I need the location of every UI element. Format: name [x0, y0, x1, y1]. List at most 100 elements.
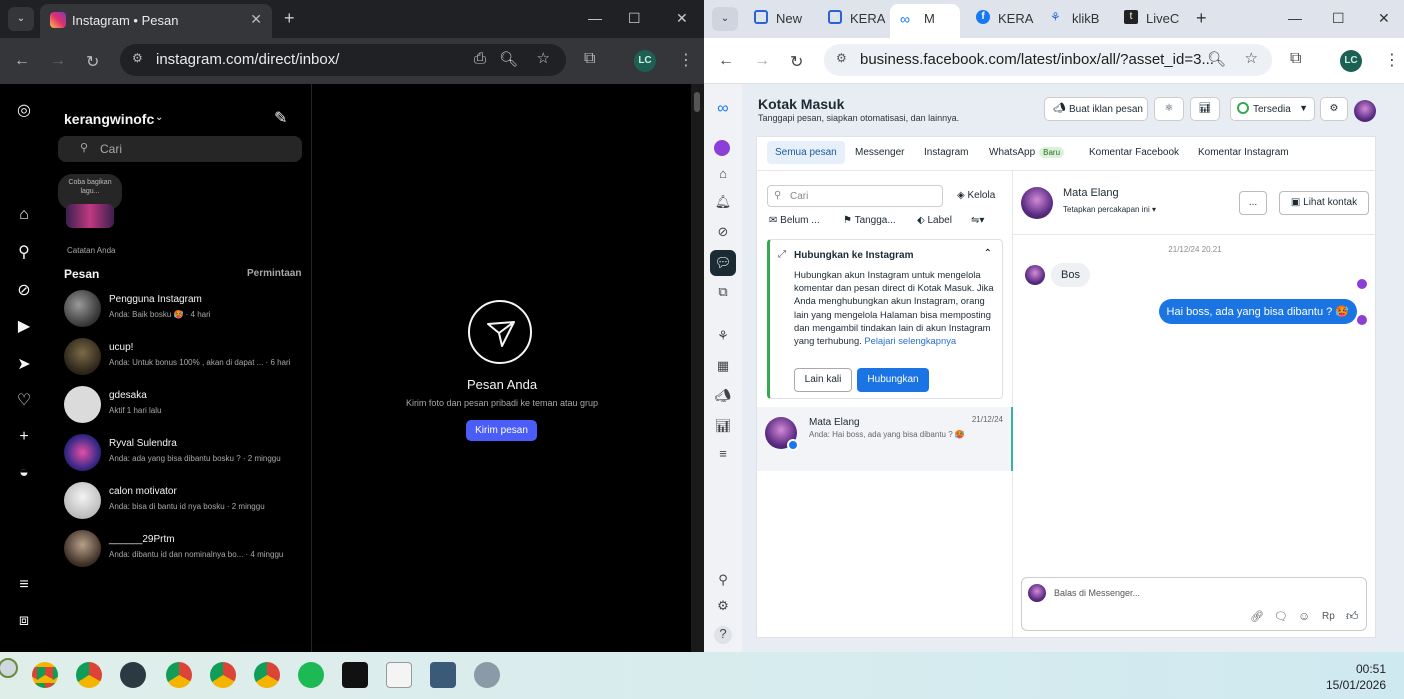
- automation-icon[interactable]: ⚛: [1154, 97, 1184, 121]
- tab-whatsapp[interactable]: WhatsApp Baru: [989, 147, 1065, 158]
- tab-kera-1[interactable]: KERA: [850, 11, 885, 26]
- later-button[interactable]: Lain kali: [794, 368, 852, 392]
- more-options-button[interactable]: ...: [1239, 191, 1267, 215]
- content-icon[interactable]: ⧉: [714, 284, 732, 302]
- dm-thread[interactable]: Pengguna Instagram Anda: Baik bosku 🥵 · …: [48, 286, 312, 334]
- extensions-icon[interactable]: ⧉: [584, 50, 595, 68]
- tab-search-button[interactable]: ⌄: [712, 7, 738, 31]
- dm-search-input[interactable]: ⚲ Cari: [58, 136, 302, 162]
- tab-instagram[interactable]: Instagram: [924, 147, 968, 158]
- saved-replies-icon[interactable]: 🗨︎: [1274, 610, 1288, 623]
- new-tab-icon[interactable]: +: [284, 8, 295, 29]
- profile-avatar[interactable]: LC: [1340, 50, 1362, 72]
- notifications-bell-icon[interactable]: 🔔︎: [714, 194, 732, 212]
- spotify-icon[interactable]: [298, 662, 324, 688]
- widget-icon[interactable]: [0, 658, 18, 678]
- game-app-icon[interactable]: [342, 662, 368, 688]
- learn-more-link[interactable]: Pelajari selengkapnya: [864, 335, 956, 346]
- close-window-icon[interactable]: ✕: [1378, 10, 1390, 27]
- chrome-profile-2-icon[interactable]: [166, 662, 192, 688]
- maximize-icon[interactable]: ☐: [1332, 10, 1345, 27]
- dm-thread[interactable]: Ryval Sulendra Anda: ada yang bisa diban…: [48, 430, 312, 478]
- table-icon[interactable]: ▦: [714, 358, 732, 376]
- inbox-icon[interactable]: 💬︎: [710, 250, 736, 276]
- reply-composer[interactable]: Balas di Messenger... 🔗︎ 🗨︎ ☺ Rp 👍︎: [1021, 577, 1367, 631]
- tab-kera-2[interactable]: KERA: [998, 11, 1033, 26]
- manage-button[interactable]: ◈ Kelola: [957, 190, 995, 201]
- tab-livechat[interactable]: LiveC: [1146, 11, 1179, 26]
- new-message-icon[interactable]: ✎: [274, 108, 287, 128]
- view-contact-button[interactable]: ▣ Lihat kontak: [1279, 191, 1369, 215]
- zoom-icon[interactable]: 🔍︎: [1207, 50, 1226, 68]
- settings-gear-icon[interactable]: ⚙: [1320, 97, 1348, 121]
- chrome-lc-icon[interactable]: [32, 662, 58, 688]
- attach-icon[interactable]: 🔗︎: [1250, 610, 1264, 623]
- send-message-button[interactable]: Kirim pesan: [466, 420, 537, 441]
- chart-icon[interactable]: 📊︎: [1190, 97, 1220, 121]
- chrome-profile-icon[interactable]: [76, 662, 102, 688]
- search-icon[interactable]: ⚲: [714, 572, 732, 590]
- site-info-icon[interactable]: ⚙: [836, 51, 847, 65]
- address-bar[interactable]: ⚙ business.facebook.com/latest/inbox/all…: [824, 44, 1272, 76]
- availability-dropdown[interactable]: Tersedia ▼: [1230, 97, 1315, 121]
- tab-new[interactable]: New: [776, 11, 802, 26]
- reload-icon[interactable]: ↻: [790, 52, 803, 72]
- home-icon[interactable]: ⌂: [14, 206, 34, 226]
- account-switch-chevron-icon[interactable]: ⌄: [155, 112, 163, 123]
- insights-icon[interactable]: 📊︎: [714, 418, 732, 436]
- filter-unread[interactable]: ✉ Belum ...: [769, 215, 820, 226]
- new-tab-icon[interactable]: +: [1196, 8, 1207, 29]
- reels-icon[interactable]: ▶: [14, 316, 34, 336]
- bookmark-star-icon[interactable]: ☆: [1245, 49, 1258, 67]
- tab-instagram-comments[interactable]: Komentar Instagram: [1198, 147, 1289, 158]
- back-icon[interactable]: ←: [718, 52, 734, 70]
- filter-options-icon[interactable]: ⇋▾: [971, 215, 984, 226]
- payment-button[interactable]: Rp: [1322, 611, 1335, 622]
- address-bar[interactable]: ⚙ instagram.com/direct/inbox/ ⎙ 🔍︎ ☆: [120, 44, 566, 76]
- filter-date[interactable]: ⚑ Tangga...: [843, 215, 896, 226]
- extensions-icon[interactable]: ⧉: [1290, 50, 1301, 68]
- minimize-icon[interactable]: —: [588, 10, 602, 26]
- headset-app-icon[interactable]: [120, 662, 146, 688]
- zoom-icon[interactable]: 🔍︎: [499, 50, 518, 68]
- settings-gear-icon[interactable]: ⚙: [714, 598, 732, 616]
- thumbs-up-icon[interactable]: 👍︎: [1346, 609, 1359, 624]
- profile-avatar[interactable]: LC: [634, 50, 656, 72]
- filter-label-tag[interactable]: ⬖ Label: [917, 215, 952, 226]
- maximize-icon[interactable]: ☐: [628, 10, 641, 27]
- collapse-chevron-icon[interactable]: ⌃: [984, 248, 992, 259]
- instagram-logo-icon[interactable]: ◎: [14, 100, 34, 120]
- compass-icon[interactable]: ⊘: [714, 224, 732, 242]
- scrollbar[interactable]: [691, 84, 704, 652]
- create-icon[interactable]: +: [14, 428, 34, 448]
- minimize-icon[interactable]: —: [1288, 10, 1302, 26]
- text-editor-icon[interactable]: [386, 662, 412, 688]
- explore-icon[interactable]: ⊘: [14, 280, 34, 300]
- site-info-icon[interactable]: ⚙: [132, 51, 143, 65]
- close-tab-icon[interactable]: ✕: [250, 11, 262, 28]
- forward-icon[interactable]: →: [50, 52, 66, 70]
- messages-icon[interactable]: ➤: [14, 354, 34, 374]
- forward-icon[interactable]: →: [754, 52, 770, 70]
- settings-app-icon[interactable]: [474, 662, 500, 688]
- install-icon[interactable]: ⎙: [474, 50, 486, 67]
- page-profile-avatar[interactable]: [1354, 100, 1376, 122]
- megaphone-icon[interactable]: 📣︎: [714, 388, 732, 406]
- home-icon[interactable]: ⌂: [714, 166, 732, 184]
- apps-icon[interactable]: ⧈: [14, 612, 34, 632]
- profile-icon[interactable]: ◒: [14, 464, 34, 484]
- connect-button[interactable]: Hubungkan: [857, 368, 929, 392]
- system-clock[interactable]: 00:51 15/01/2026: [1326, 661, 1386, 693]
- emoji-icon[interactable]: ☺: [1298, 609, 1310, 623]
- dm-thread[interactable]: ucup! Anda: Untuk bonus 100% , akan di d…: [48, 334, 312, 382]
- tab-facebook-comments[interactable]: Komentar Facebook: [1089, 147, 1179, 158]
- chrome-p-icon[interactable]: [210, 662, 236, 688]
- reload-icon[interactable]: ↻: [86, 52, 99, 72]
- page-avatar[interactable]: [714, 140, 730, 156]
- note-area[interactable]: Coba bagikan lagu...: [58, 174, 122, 234]
- account-username[interactable]: kerangwinofc: [64, 111, 154, 127]
- all-tools-icon[interactable]: ≡: [714, 446, 732, 464]
- dm-thread[interactable]: calon motivator Anda: bisa di bantu id n…: [48, 478, 312, 526]
- chrome-s-icon[interactable]: [254, 662, 280, 688]
- tab-instagram[interactable]: Instagram • Pesan ✕: [40, 4, 272, 38]
